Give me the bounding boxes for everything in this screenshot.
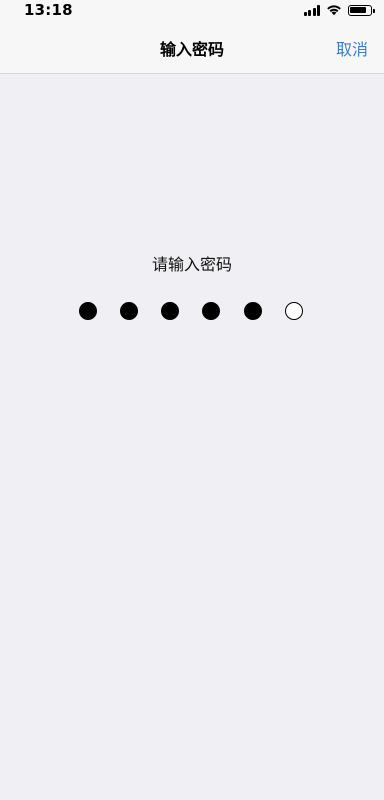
passcode-dots [79,302,305,322]
passcode-dot-filled [161,302,179,320]
passcode-dot-empty [285,302,303,320]
battery-level [350,6,366,13]
navigation-bar: 输入密码 取消 [0,22,384,74]
passcode-dot-filled [202,302,220,320]
wifi-icon [327,5,341,16]
passcode-dot-filled [120,302,138,320]
status-time: 13:18 [24,1,73,19]
passcode-prompt: 请输入密码 [151,255,232,274]
passcode-dot-filled [79,302,97,320]
cellular-signal-icon [303,4,320,16]
status-bar: 13:18 [0,0,384,22]
page-title: 输入密码 [159,40,224,59]
status-icons [303,3,375,17]
passcode-dot-filled [244,302,262,320]
battery-icon [348,4,375,16]
cancel-button[interactable]: 取消 [336,40,368,60]
